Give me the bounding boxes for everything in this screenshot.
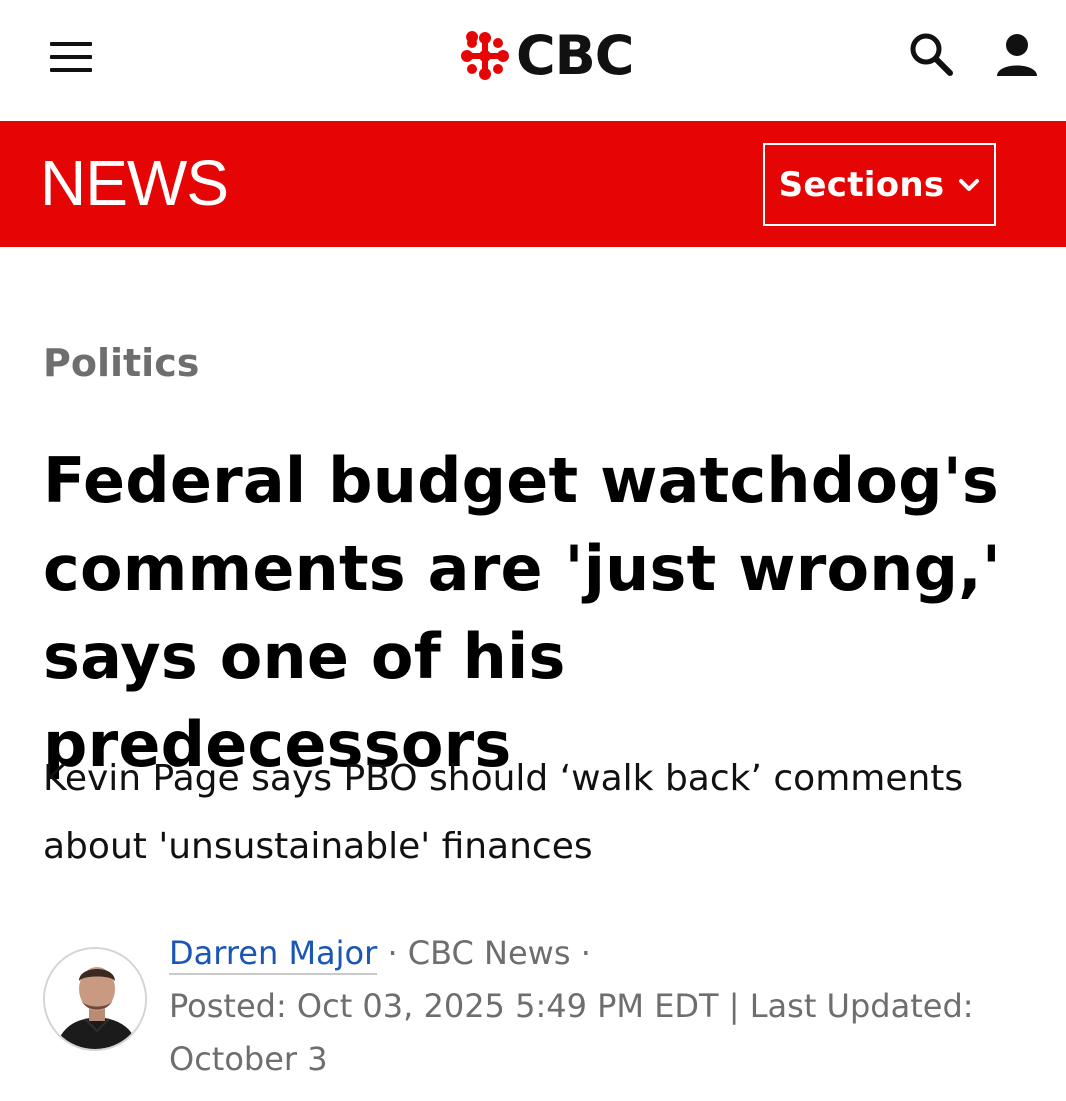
byline-separator: · (377, 934, 408, 972)
byline-text: Darren Major · CBC News · Posted: Oct 03… (169, 927, 1049, 1086)
avatar[interactable] (43, 947, 147, 1051)
search-icon (910, 33, 953, 76)
hamburger-icon-line (50, 55, 92, 59)
top-bar: CBC (0, 0, 1066, 121)
user-icon (997, 34, 1037, 76)
hamburger-icon-line (50, 68, 92, 72)
hamburger-icon-line (50, 42, 92, 46)
byline: Darren Major · CBC News · Posted: Oct 03… (43, 927, 1043, 1078)
account-button[interactable] (992, 30, 1042, 80)
sections-label: Sections (778, 164, 945, 205)
logo-wordmark: CBC (516, 24, 634, 87)
search-button[interactable] (906, 30, 958, 80)
author-photo (45, 949, 145, 1049)
chevron-down-icon (959, 178, 980, 191)
outlet-name: CBC News (407, 934, 571, 972)
author-link[interactable]: Darren Major (169, 934, 378, 975)
article-deck: Kevin Page says PBO should ‘walk back’ c… (43, 758, 964, 867)
byline-separator: · (570, 934, 591, 972)
cbc-logo[interactable]: CBC (460, 24, 634, 87)
headline: Federal budget watchdog's comments are '… (43, 444, 1002, 781)
sections-button[interactable]: Sections (763, 143, 996, 226)
news-title[interactable]: NEWS (40, 147, 229, 221)
category-link[interactable]: Politics (43, 341, 199, 385)
cbc-gem-logo (461, 31, 509, 80)
post-timestamp: Posted: Oct 03, 2025 5:49 PM EDT | Last … (169, 987, 974, 1078)
news-section-bar: NEWS Sections (0, 121, 1066, 247)
menu-button[interactable] (48, 40, 94, 74)
